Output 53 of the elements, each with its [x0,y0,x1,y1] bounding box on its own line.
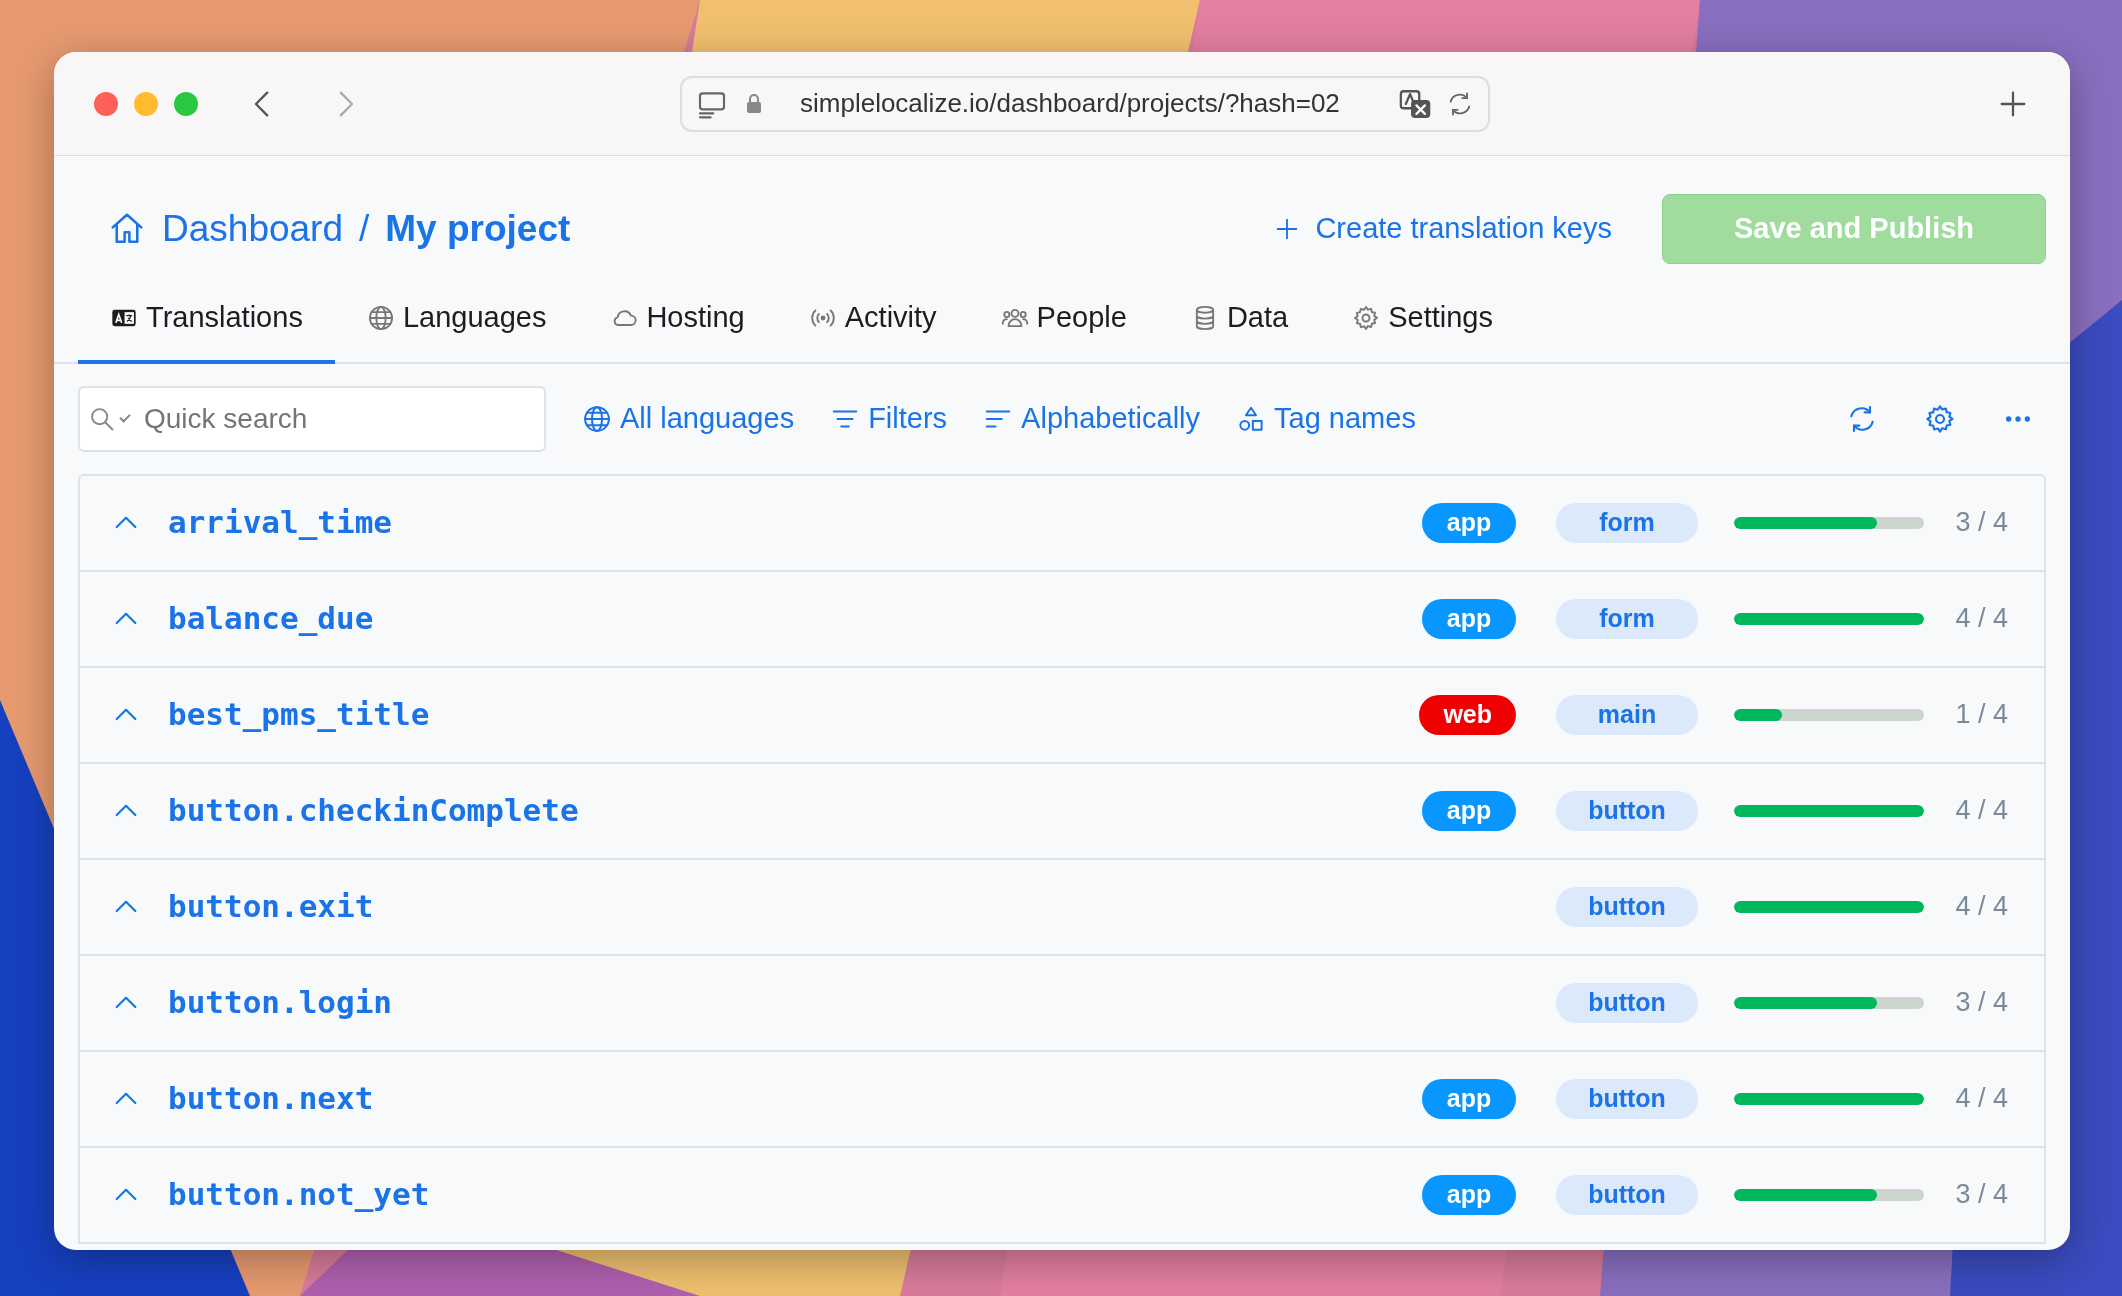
tag: app [1422,502,1516,543]
breadcrumb-link[interactable]: Dashboard [162,201,343,257]
progress-count: 4 / 4 [1954,1082,2008,1116]
tab[interactable]: Languages [334,284,579,364]
tag: button [1556,886,1698,927]
tab[interactable]: Data [1158,284,1321,364]
search-field[interactable]: Quick search [78,385,546,452]
tab[interactable]: Settings [1320,284,1525,364]
key-name[interactable]: button.next [168,1075,374,1122]
key-name[interactable]: button.login [168,979,392,1026]
create-keys-link[interactable]: Create translation keys [1267,206,1618,252]
close-button[interactable] [94,91,118,116]
progress-count: 1 / 4 [1954,698,2008,732]
toolbar-button[interactable]: Tag names [1236,396,1416,441]
progress-count: 4 / 4 [1954,890,2008,924]
tag: app [1422,1174,1516,1215]
tag: web [1419,694,1516,735]
toolbar-button[interactable]: All languages [582,396,795,441]
key-name[interactable]: button.not_yet [168,1171,430,1218]
tag: button [1556,790,1698,831]
tab[interactable]: Translations [78,284,335,364]
breadcrumb-separator: / [359,207,370,252]
url-text: simplelocalize.io/dashboard/projects/?hash=02 [800,87,1341,120]
progress-count: 4 / 4 [1954,794,2008,828]
tag: app [1422,790,1516,831]
globe-icon [582,403,612,434]
toolbar-button[interactable]: Filters [830,396,948,441]
tab[interactable]: People [968,284,1159,364]
settings-icon [1352,303,1381,332]
progress-count: 4 / 4 [1954,602,2008,636]
progress-count: 3 / 4 [1954,986,2008,1020]
key-name[interactable]: button.checkinComplete [168,787,579,834]
tag: main [1556,694,1698,735]
tag: button [1556,1078,1698,1119]
key-name[interactable]: button.exit [168,883,374,930]
breadcrumb-current: My project [385,207,571,252]
toolbar-button[interactable]: Alphabetically [983,396,1201,441]
settings-icon[interactable] [1924,402,1956,435]
key-name[interactable]: best_pms_title [168,691,430,738]
address-bar[interactable]: simplelocalize.io/dashboard/projects/?hash=02 [680,75,1490,132]
progress-count: 3 / 4 [1954,1178,2008,1212]
tag: form [1556,502,1698,543]
tag: form [1556,598,1698,639]
globe-icon [366,303,395,332]
key-name[interactable]: balance_due [168,595,374,642]
tag: app [1422,1078,1516,1119]
progress-count: 3 / 4 [1954,506,2008,540]
tag: button [1556,982,1698,1023]
tag: button [1556,1174,1698,1215]
tag: app [1422,598,1516,639]
key-name[interactable]: arrival_time [168,499,392,546]
tab[interactable]: Activity [776,284,969,364]
tab[interactable]: Hosting [578,284,777,364]
